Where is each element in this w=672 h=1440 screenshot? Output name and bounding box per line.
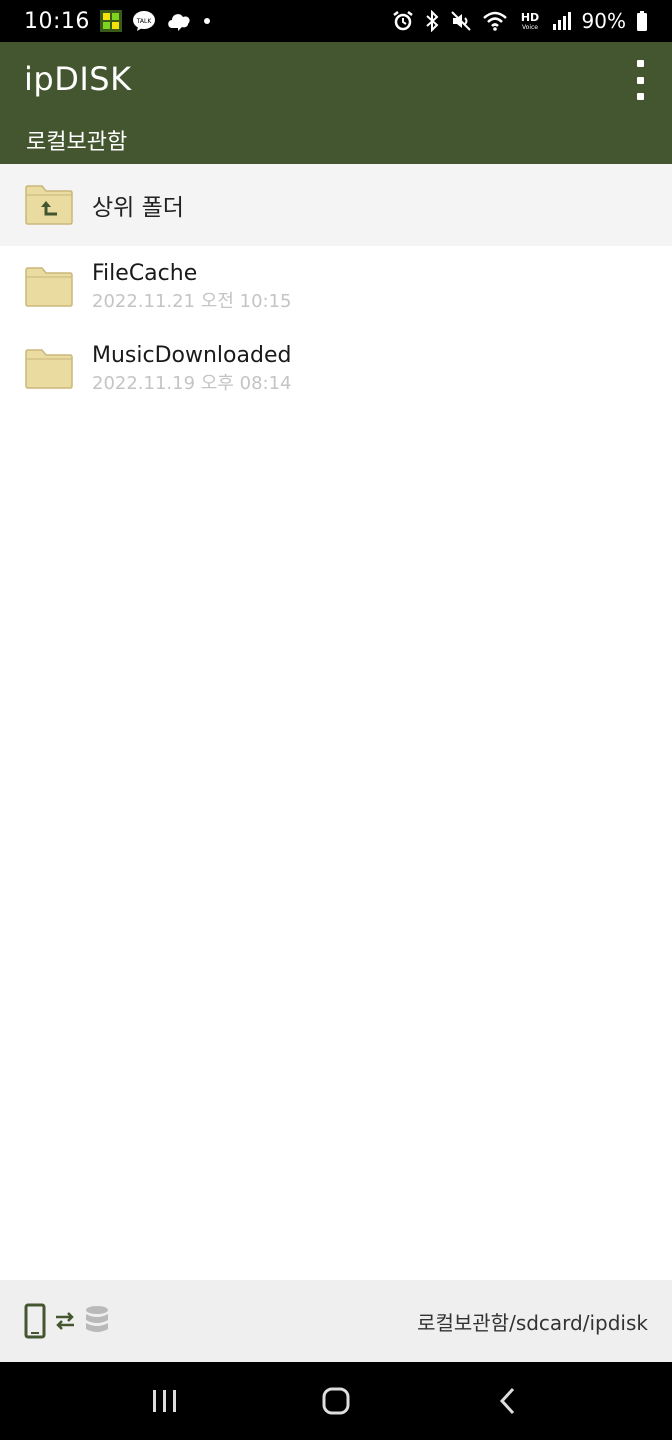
folder-icon [25,267,73,307]
svg-text:Voice: Voice [522,24,538,31]
battery-level: 90% [581,9,626,33]
file-date: 2022.11.21 오전 10:15 [92,291,292,312]
kakaotalk-icon: TALK [132,10,156,32]
recent-apps-icon[interactable] [135,1371,195,1431]
swap-icon[interactable] [54,1309,76,1333]
more-vert-icon[interactable] [626,58,654,102]
status-bar: 10:16 TALK HD Voice 90% [0,0,672,42]
list-item[interactable]: FileCache 2022.11.21 오전 10:15 [0,246,672,328]
parent-folder-row[interactable]: 상위 폴더 [0,164,672,246]
file-name: MusicDownloaded [92,343,292,368]
dot-icon [202,16,212,26]
status-left: 10:16 TALK [24,9,212,34]
app-subtitle: 로컬보관함 [26,130,128,155]
folder-up-icon [25,185,73,225]
folder-icon [25,349,73,389]
mute-icon [450,10,472,32]
menu-dot [636,76,644,84]
status-time: 10:16 [24,8,90,34]
grid-app-icon [99,10,122,32]
hd-voice-icon: HD Voice [518,10,542,32]
menu-dot [636,60,644,67]
cloud-chat-icon [166,10,192,32]
svg-text:TALK: TALK [136,18,153,25]
parent-folder-label: 상위 폴더 [92,195,184,221]
file-name: FileCache [92,261,198,286]
phone-icon[interactable] [24,1303,46,1339]
bluetooth-icon [424,10,440,32]
alarm-icon [392,10,414,32]
file-text: FileCache 2022.11.21 오전 10:15 [92,259,292,315]
file-text: MusicDownloaded 2022.11.19 오후 08:14 [92,341,292,397]
navigation-bar [0,1362,672,1440]
status-right: HD Voice 90% [392,9,648,33]
wifi-icon [482,10,508,32]
list-item[interactable]: MusicDownloaded 2022.11.19 오후 08:14 [0,328,672,410]
bottom-bar: 로컬보관함/sdcard/ipdisk [0,1280,672,1362]
file-date: 2022.11.19 오후 08:14 [92,373,292,394]
bottom-icons [24,1303,110,1339]
back-icon[interactable] [477,1371,537,1431]
home-icon[interactable] [306,1371,366,1431]
database-icon[interactable] [84,1304,110,1338]
battery-icon [636,10,648,32]
signal-icon [552,10,572,32]
app-bar: ipDISK 로컬보관함 [0,42,672,164]
current-path: 로컬보관함/sdcard/ipdisk [417,1310,648,1335]
svg-text:HD: HD [520,11,538,24]
menu-dot [636,93,644,100]
app-title: ipDISK [24,60,132,98]
file-list: 상위 폴더 FileCache 2022.11.21 오전 10:15 Musi… [0,164,672,410]
